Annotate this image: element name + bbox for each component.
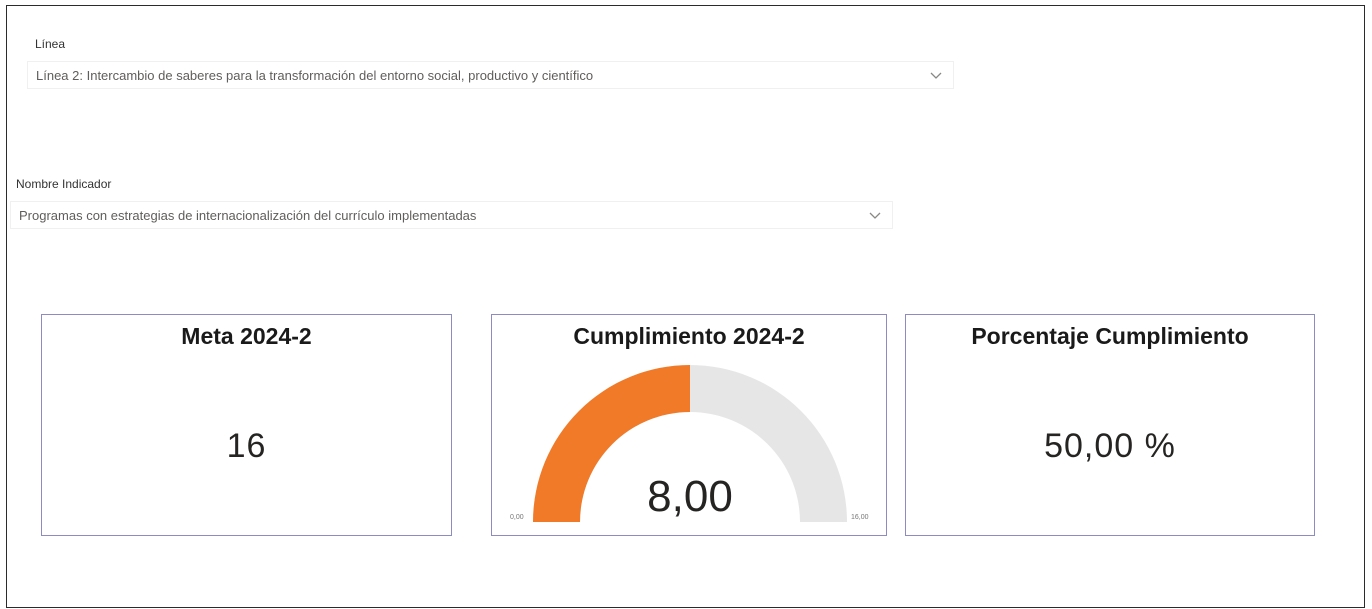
- slicer-indicador-label: Nombre Indicador: [16, 177, 112, 191]
- porcentaje-card[interactable]: Porcentaje Cumplimiento 50,00 %: [905, 314, 1315, 536]
- chevron-down-icon[interactable]: [929, 68, 943, 82]
- gauge-value: 8,00: [647, 472, 733, 521]
- slicer-indicador-value: Programas con estrategias de internacion…: [19, 207, 477, 223]
- slicer-linea-label: Línea: [35, 37, 66, 51]
- meta-card[interactable]: Meta 2024-2 16: [41, 314, 452, 536]
- chevron-down-icon[interactable]: [868, 208, 882, 222]
- meta-card-value: 16: [226, 427, 267, 465]
- gauge-min-label: 0,00: [510, 514, 524, 521]
- meta-card-title: Meta 2024-2: [181, 323, 312, 349]
- gauge-chart: 8,00 0,00 16,00: [510, 365, 869, 522]
- gauge-max-label: 16,00: [851, 514, 869, 521]
- porcentaje-card-title: Porcentaje Cumplimiento: [971, 323, 1249, 349]
- cumplimiento-gauge-card[interactable]: Cumplimiento 2024-2 8,00 0,00 16,00: [491, 314, 887, 536]
- slicer-linea-value: Línea 2: Intercambio de saberes para la …: [36, 67, 594, 83]
- slicer-linea-dropdown[interactable]: Línea 2: Intercambio de saberes para la …: [27, 61, 954, 89]
- slicer-indicador-dropdown[interactable]: Programas con estrategias de internacion…: [10, 201, 893, 229]
- porcentaje-card-value: 50,00 %: [1044, 427, 1176, 465]
